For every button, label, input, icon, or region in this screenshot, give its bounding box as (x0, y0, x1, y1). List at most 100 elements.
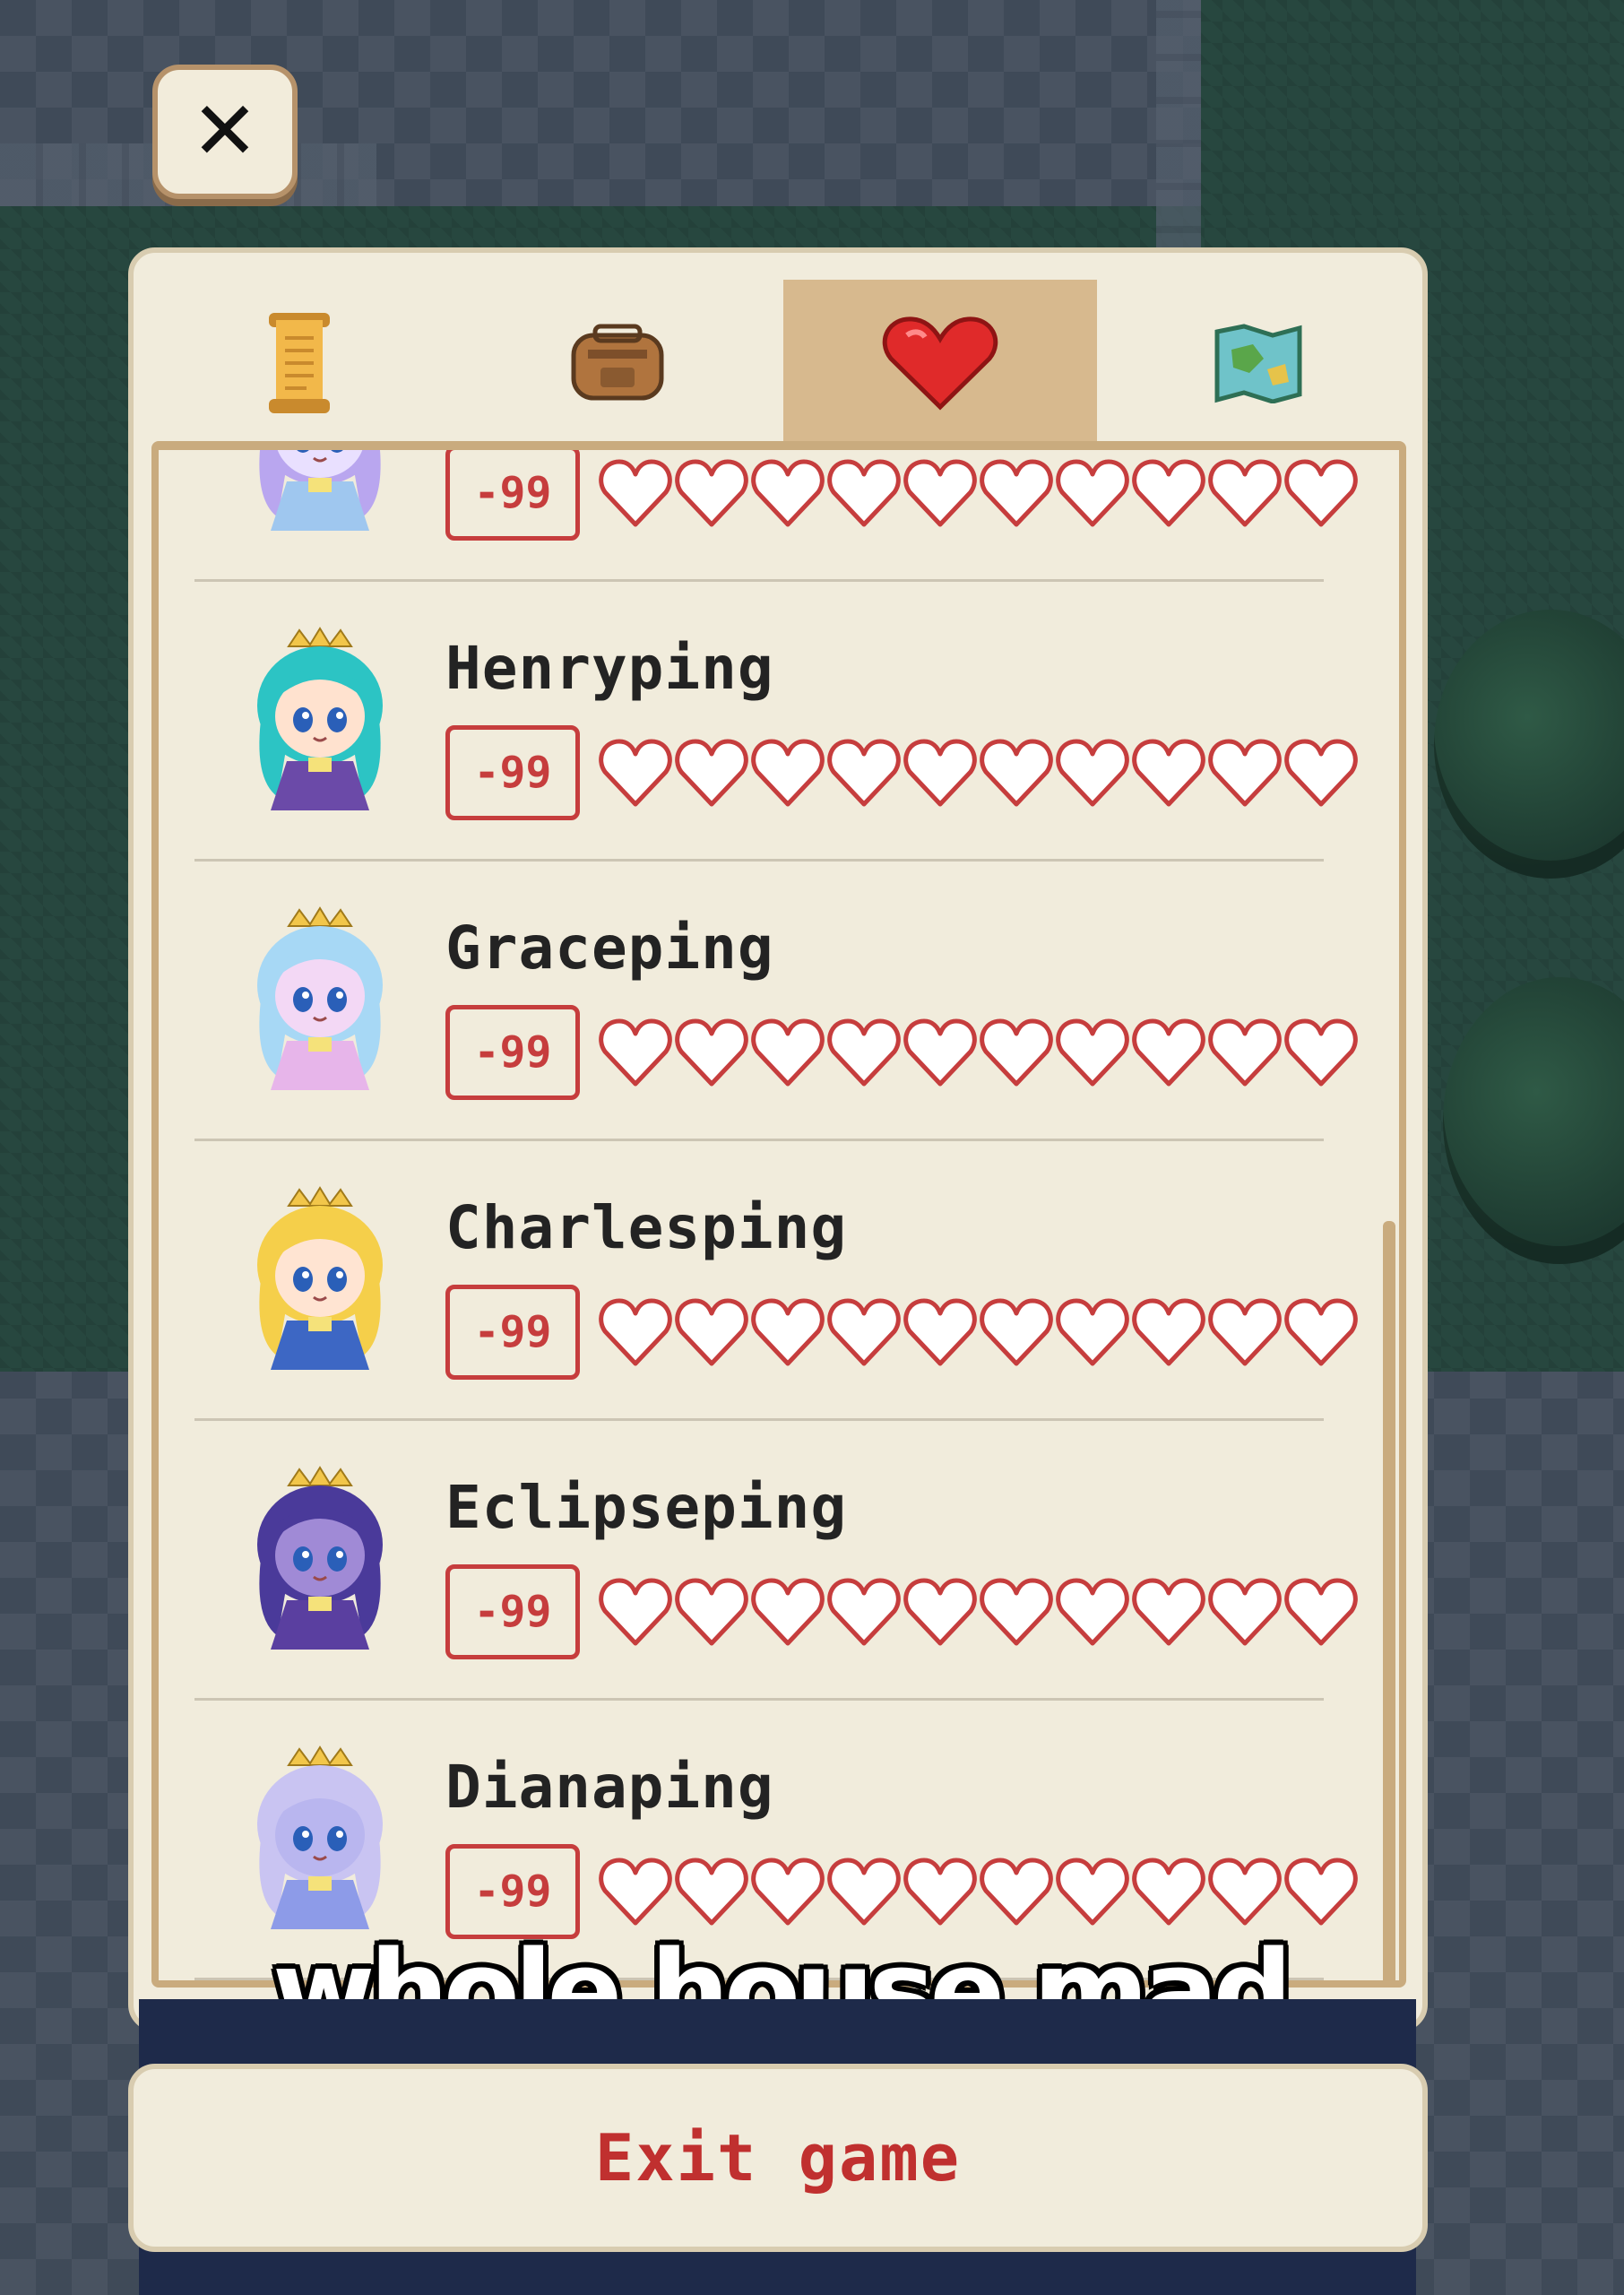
heart-empty-icon (1056, 1298, 1129, 1366)
heart-icon (882, 316, 998, 411)
friendship-score-badge: -99 (445, 1564, 580, 1659)
map-grass-area-top (1201, 0, 1624, 215)
heart-empty-icon (980, 459, 1053, 527)
heart-empty-icon (1056, 459, 1129, 527)
scrollbar[interactable] (1383, 1221, 1395, 1980)
friendship-score-badge: -99 (445, 1285, 580, 1380)
heart-empty-icon (980, 1578, 1053, 1646)
character-avatar (257, 627, 383, 810)
heart-empty-icon (599, 739, 672, 807)
friendship-score-badge: -99 (445, 1005, 580, 1100)
character-avatar (257, 1745, 383, 1929)
character-list[interactable]: -99 Henryping -99 Graceping -99 Charlesping -9… (151, 441, 1406, 1988)
heart-empty-icon (827, 459, 901, 527)
character-row[interactable]: -99 (194, 450, 1358, 582)
character-row[interactable]: Charlesping -99 (194, 1141, 1358, 1421)
tab-relationships[interactable] (783, 280, 1097, 446)
heart-empty-icon (675, 1578, 748, 1646)
heart-empty-icon (1284, 739, 1358, 807)
heart-empty-icon (903, 739, 977, 807)
character-name: Eclipseping (445, 1473, 848, 1542)
heart-empty-icon (1056, 1858, 1129, 1926)
character-name: Charlesping (445, 1193, 848, 1262)
character-row[interactable]: Eclipseping -99 (194, 1421, 1358, 1701)
heart-empty-icon (599, 1578, 672, 1646)
character-row[interactable]: Henryping -99 (194, 582, 1358, 862)
character-avatar (257, 906, 383, 1090)
heart-empty-icon (599, 1298, 672, 1366)
heart-empty-icon (1208, 1858, 1282, 1926)
character-name: Henryping (445, 634, 774, 703)
friendship-score: -99 (473, 468, 552, 518)
heart-empty-icon (1132, 1858, 1205, 1926)
stone-path-vertical (1156, 0, 1201, 269)
tab-map[interactable] (1101, 280, 1415, 446)
heart-empty-icon (751, 739, 825, 807)
heart-empty-icon (675, 1858, 748, 1926)
heart-empty-icon (903, 459, 977, 527)
close-icon: ✕ (191, 84, 259, 178)
friendship-score: -99 (473, 1866, 552, 1917)
character-name: Graceping (445, 914, 774, 983)
character-name: Dianaping (445, 1753, 774, 1822)
heart-empty-icon (1208, 1298, 1282, 1366)
friendship-score-badge: -99 (445, 450, 580, 541)
heart-empty-icon (1132, 739, 1205, 807)
heart-empty-icon (675, 739, 748, 807)
heart-empty-icon (1208, 1018, 1282, 1087)
heart-meter (598, 1572, 1360, 1652)
heart-empty-icon (1284, 1858, 1358, 1926)
tab-quests[interactable] (143, 280, 456, 446)
heart-empty-icon (903, 1298, 977, 1366)
heart-empty-icon (1056, 1018, 1129, 1087)
heart-empty-icon (751, 1578, 825, 1646)
heart-empty-icon (751, 1298, 825, 1366)
friendship-score: -99 (473, 1027, 552, 1078)
heart-empty-icon (1132, 1578, 1205, 1646)
heart-empty-icon (903, 1018, 977, 1087)
heart-empty-icon (599, 1858, 672, 1926)
heart-empty-icon (1056, 739, 1129, 807)
exit-game-button[interactable]: Exit game (128, 2064, 1428, 2252)
heart-empty-icon (1208, 739, 1282, 807)
relationships-panel: -99 Henryping -99 Graceping -99 Charlesping -9… (128, 247, 1428, 2031)
character-avatar (259, 450, 381, 531)
heart-empty-icon (751, 1858, 825, 1926)
heart-empty-icon (827, 739, 901, 807)
scroll-icon (269, 313, 330, 413)
heart-empty-icon (599, 1018, 672, 1087)
friendship-score: -99 (473, 748, 552, 798)
heart-empty-icon (1132, 459, 1205, 527)
heart-meter (598, 732, 1360, 813)
backpack-icon (571, 324, 664, 401)
heart-empty-icon (1208, 459, 1282, 527)
tab-inventory[interactable] (461, 280, 774, 446)
heart-empty-icon (827, 1858, 901, 1926)
heart-empty-icon (903, 1578, 977, 1646)
tab-bar (134, 253, 1433, 450)
close-button[interactable]: ✕ (152, 65, 298, 199)
heart-empty-icon (1284, 459, 1358, 527)
character-avatar (257, 1466, 383, 1650)
character-row[interactable]: Graceping -99 (194, 862, 1358, 1141)
heart-empty-icon (980, 739, 1053, 807)
heart-empty-icon (980, 1858, 1053, 1926)
heart-empty-icon (599, 459, 672, 527)
heart-empty-icon (675, 1018, 748, 1087)
heart-empty-icon (903, 1858, 977, 1926)
friendship-score-badge: -99 (445, 1844, 580, 1939)
heart-empty-icon (1284, 1018, 1358, 1087)
heart-empty-icon (751, 459, 825, 527)
heart-empty-icon (675, 459, 748, 527)
exit-game-label: Exit game (594, 2120, 962, 2195)
heart-empty-icon (1284, 1298, 1358, 1366)
heart-meter (598, 1292, 1360, 1373)
heart-empty-icon (675, 1298, 748, 1366)
heart-meter (598, 1851, 1360, 1932)
heart-empty-icon (827, 1578, 901, 1646)
heart-empty-icon (980, 1298, 1053, 1366)
friendship-score: -99 (473, 1587, 552, 1637)
heart-empty-icon (1132, 1298, 1205, 1366)
heart-empty-icon (751, 1018, 825, 1087)
friendship-score-badge: -99 (445, 725, 580, 820)
